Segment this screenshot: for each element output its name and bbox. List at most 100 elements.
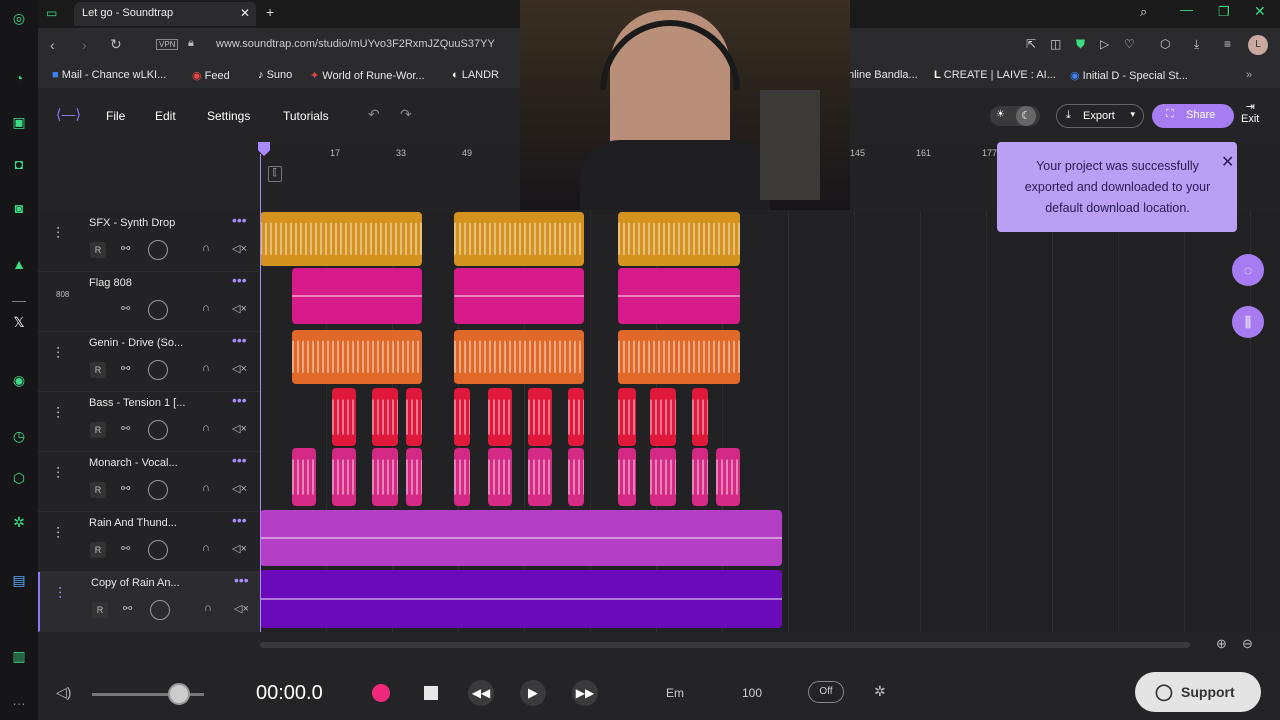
mute-icon[interactable]: ◁× <box>232 542 247 555</box>
history-icon[interactable]: ◷ <box>9 426 29 446</box>
url-field[interactable]: www.soundtrap.com/studio/mUYvo3F2RxmJZQu… <box>216 38 495 50</box>
back-icon[interactable]: ‹ <box>50 37 55 53</box>
app-icon[interactable]: ◙ <box>9 198 29 218</box>
clip[interactable] <box>618 268 740 324</box>
metronome-toggle[interactable]: Off <box>808 681 844 703</box>
maximize-icon[interactable]: ❐ <box>1218 4 1230 20</box>
track-name[interactable]: Genin - Drive (So... <box>89 337 183 349</box>
tab-active[interactable]: Let go - Soundtrap ✕ <box>74 2 256 26</box>
fx-icon[interactable]: ⚯ <box>121 422 130 435</box>
headphones-icon[interactable]: ∩ <box>202 242 210 254</box>
record-arm-button[interactable]: R <box>90 242 106 258</box>
record-arm-button[interactable]: R <box>90 362 106 378</box>
headphones-icon[interactable]: ∩ <box>202 422 210 434</box>
volume-knob[interactable] <box>148 360 168 380</box>
fx-icon[interactable]: ⚯ <box>121 482 130 495</box>
forward-icon[interactable]: › <box>82 37 87 53</box>
bookmark-runeword[interactable]: ✦ World of Rune-Wor... <box>310 69 425 82</box>
speed-dial-icon[interactable]: ◔ <box>9 68 29 88</box>
headphones-icon[interactable]: ∩ <box>202 362 210 374</box>
search-icon[interactable]: ⌕ <box>1140 4 1147 20</box>
mute-icon[interactable]: ◁× <box>232 422 247 435</box>
clip[interactable] <box>618 212 740 266</box>
redo-icon[interactable]: ↷ <box>400 106 412 123</box>
volume-knob[interactable] <box>148 480 168 500</box>
x-icon[interactable]: 𝕏 <box>9 312 29 332</box>
record-button[interactable] <box>372 684 390 702</box>
share-button[interactable]: ⛶ Share <box>1152 104 1234 128</box>
mute-icon[interactable]: ◁× <box>232 242 247 255</box>
clip[interactable] <box>454 268 584 324</box>
zoom-out-icon[interactable]: ⊖ <box>1242 636 1253 652</box>
tempo-display[interactable]: 100 <box>742 686 762 700</box>
fx-icon[interactable]: ⚯ <box>121 362 130 375</box>
export-button[interactable]: ⤓ Export ▾ <box>1056 104 1144 128</box>
clip[interactable] <box>488 388 512 446</box>
volume-knob[interactable] <box>148 540 168 560</box>
zoom-in-icon[interactable]: ⊕ <box>1216 636 1227 652</box>
headphones-icon[interactable]: ∩ <box>202 302 210 314</box>
player-icon[interactable]: ◉ <box>9 370 29 390</box>
new-tab-icon[interactable]: + <box>266 4 274 20</box>
clip[interactable] <box>454 212 584 266</box>
whatsapp-icon[interactable]: ◘ <box>9 154 29 174</box>
track-name[interactable]: Flag 808 <box>89 277 132 289</box>
clip[interactable] <box>332 388 356 446</box>
bookmark-suno[interactable]: ♪ Suno <box>258 69 292 81</box>
theme-toggle[interactable]: ☀ ☾ <box>990 106 1040 126</box>
record-arm-button[interactable]: R <box>90 422 106 438</box>
clip[interactable] <box>488 448 512 506</box>
volume-knob[interactable] <box>148 300 168 320</box>
vpn-icon[interactable]: VPN <box>156 39 179 50</box>
clip[interactable] <box>372 388 398 446</box>
record-arm-button[interactable]: R <box>90 482 106 498</box>
more-icon[interactable]: … <box>9 690 29 710</box>
fx-icon[interactable]: ⚯ <box>121 542 130 555</box>
chat-button[interactable]: ◌ <box>1232 254 1264 286</box>
track-more-icon[interactable]: ••• <box>232 272 247 288</box>
shield-icon[interactable]: ⛊ <box>1076 37 1085 52</box>
record-arm-button[interactable]: R <box>92 602 108 618</box>
headphones-icon[interactable]: ∩ <box>202 542 210 554</box>
clip[interactable] <box>618 448 636 506</box>
bookmark-laive[interactable]: L CREATE | LAIVE : AI... <box>934 69 1056 81</box>
mute-icon[interactable]: ◁× <box>232 482 247 495</box>
menu-tutorials[interactable]: Tutorials <box>283 109 329 123</box>
key-display[interactable]: Em <box>666 686 684 700</box>
shopping-bag-icon[interactable]: ▣ <box>9 112 29 132</box>
clip[interactable] <box>260 212 422 266</box>
settings-gear-icon[interactable]: ✲ <box>874 683 886 700</box>
track-more-icon[interactable]: ••• <box>232 212 247 228</box>
stop-button[interactable] <box>424 686 438 700</box>
avatar[interactable]: L <box>1248 35 1268 55</box>
track-more-icon[interactable]: ••• <box>234 572 249 588</box>
clip[interactable] <box>292 330 422 384</box>
fx-icon[interactable]: ⚯ <box>121 242 130 255</box>
clip[interactable] <box>692 388 708 446</box>
clip[interactable] <box>716 448 740 506</box>
headphones-icon[interactable]: ∩ <box>204 602 212 614</box>
bookmark-bandla[interactable]: nline Bandla... <box>848 69 918 81</box>
aria-icon[interactable]: ▲ <box>9 254 29 274</box>
extension-icon[interactable]: ⬡ <box>1160 37 1170 51</box>
mute-icon[interactable]: ◁× <box>232 362 247 375</box>
menu-edit[interactable]: Edit <box>155 109 176 123</box>
clip[interactable] <box>528 388 552 446</box>
clip[interactable] <box>292 268 422 324</box>
menu-file[interactable]: File <box>106 109 125 123</box>
mixer-button[interactable]: ⫼ <box>1232 306 1264 338</box>
clip[interactable] <box>528 448 552 506</box>
loop-marker-icon[interactable]: ⟦ <box>268 166 282 182</box>
exit-button[interactable]: ⇥ Exit <box>1241 100 1259 125</box>
cube-icon[interactable]: ⬡ <box>9 468 29 488</box>
track-name[interactable]: Rain And Thund... <box>89 517 177 529</box>
clip[interactable] <box>454 330 584 384</box>
mute-icon[interactable]: ◁× <box>234 602 249 615</box>
record-arm-button[interactable]: R <box>90 542 106 558</box>
speaker-icon[interactable]: ◁) <box>56 684 71 701</box>
hamburger-icon[interactable]: ≡ <box>1224 37 1231 51</box>
clip[interactable] <box>260 510 782 566</box>
heart-icon[interactable]: ♡ <box>1124 37 1135 51</box>
horizontal-scrollbar[interactable] <box>260 642 1190 648</box>
track-name[interactable]: SFX - Synth Drop <box>89 217 175 229</box>
